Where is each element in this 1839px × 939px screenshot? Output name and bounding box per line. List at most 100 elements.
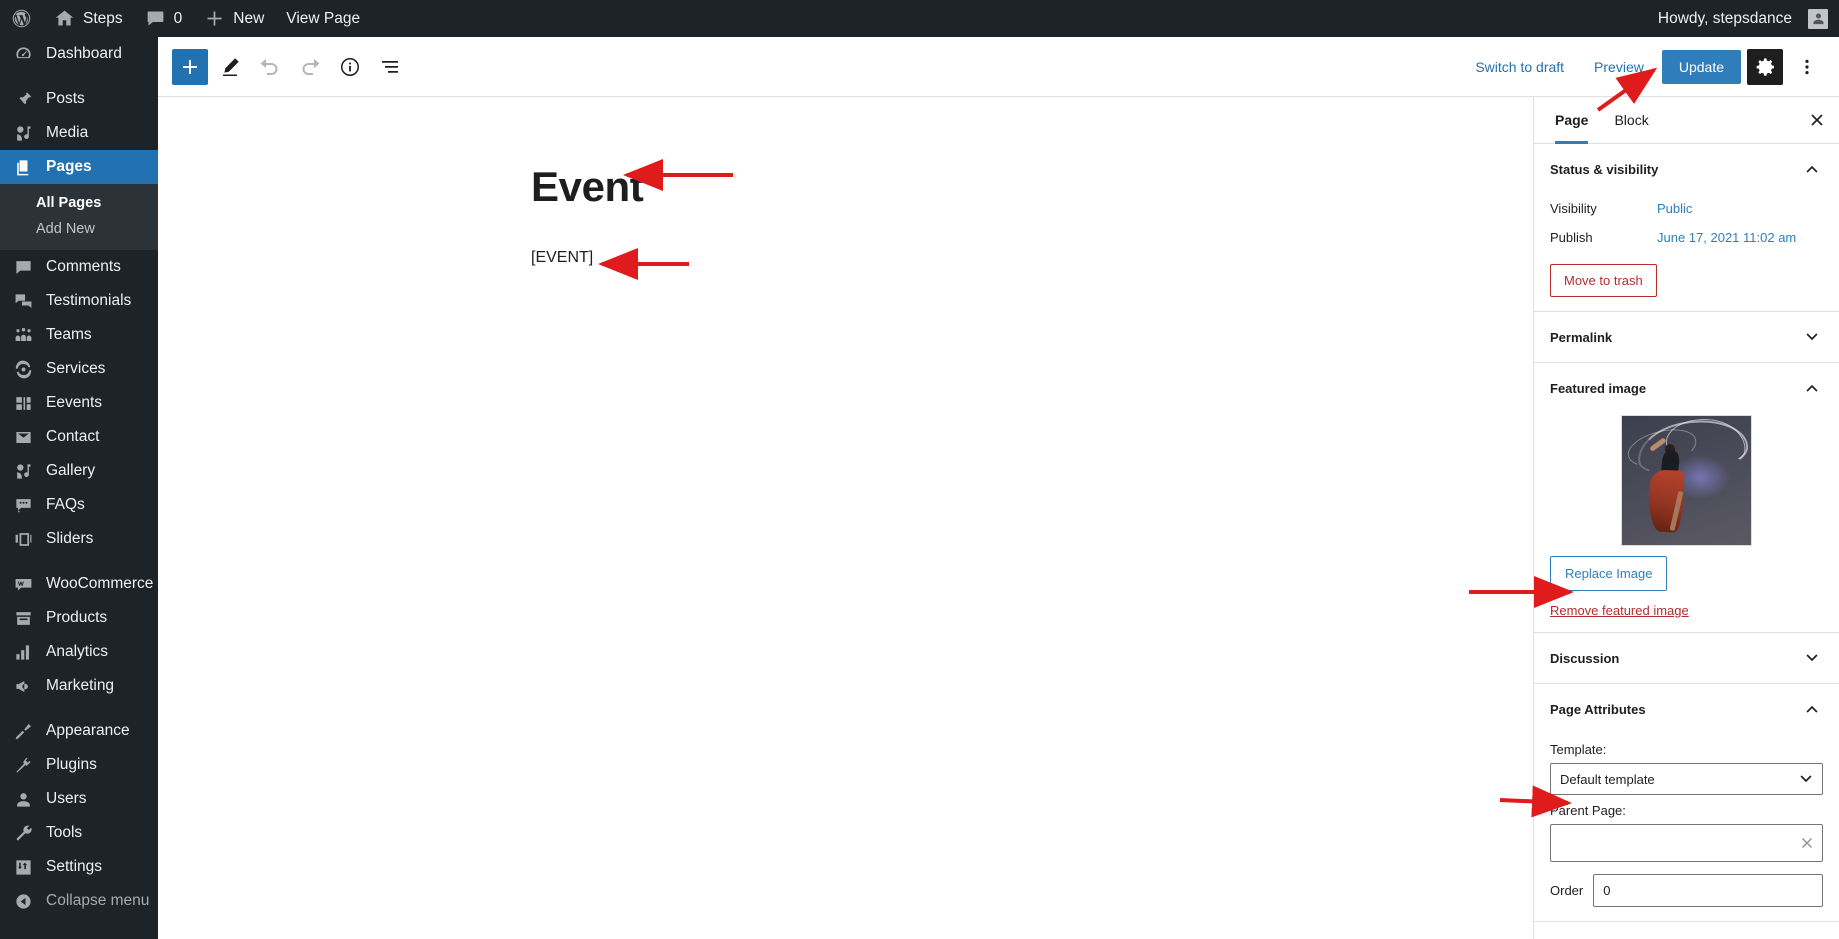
sidebar-item-comments[interactable]: Comments — [0, 250, 158, 284]
add-block-icon[interactable] — [172, 48, 208, 85]
sidebar-item-label: Teams — [46, 326, 92, 343]
admin-bar: Steps 0 New View Page Howdy, stepsdance — [0, 0, 1839, 37]
update-button[interactable]: Update — [1661, 49, 1741, 84]
list-view-icon[interactable] — [372, 49, 408, 85]
template-select[interactable]: Default template — [1550, 763, 1823, 795]
appearance-icon — [12, 720, 34, 742]
redo-icon[interactable] — [292, 49, 328, 85]
move-to-trash-button[interactable]: Move to trash — [1550, 264, 1657, 297]
sidebar-item-label: Settings — [46, 858, 103, 875]
tab-block[interactable]: Block — [1601, 97, 1661, 144]
sidebar-item-testimonials[interactable]: Testimonials — [0, 284, 158, 318]
sidebar-item-eevents[interactable]: Eevents — [0, 386, 158, 420]
sidebar-item-label: FAQs — [46, 496, 85, 513]
panel-permalink: Permalink — [1534, 312, 1839, 363]
admin-sidebar-menu: Dashboard Posts Media Pages All Pages Ad… — [0, 37, 158, 939]
publish-date-button[interactable]: June 17, 2021 11:02 am — [1655, 228, 1798, 247]
featured-image-thumbnail[interactable] — [1621, 415, 1752, 546]
new-label: New — [233, 9, 265, 27]
clear-icon[interactable] — [1798, 834, 1816, 852]
submenu-item-add-new[interactable]: Add New — [0, 216, 158, 242]
envelope-icon — [12, 426, 34, 448]
sidebar-item-marketing[interactable]: Marketing — [0, 669, 158, 703]
kebab-menu-icon[interactable] — [1789, 49, 1825, 85]
panel-title: Status & visibility — [1550, 161, 1659, 177]
tab-page[interactable]: Page — [1542, 97, 1601, 144]
sidebar-item-appearance[interactable]: Appearance — [0, 714, 158, 748]
sidebar-item-sliders[interactable]: Sliders — [0, 522, 158, 556]
gallery-icon — [12, 460, 34, 482]
replace-image-button[interactable]: Replace Image — [1550, 556, 1668, 591]
panel-permalink-toggle[interactable]: Permalink — [1534, 312, 1839, 362]
editor-header-left-tools — [158, 48, 408, 85]
sidebar-item-label: Tools — [46, 824, 83, 841]
panel-title: Permalink — [1550, 329, 1613, 345]
featured-image-preview-wrap — [1550, 413, 1823, 556]
sidebar-item-label: Testimonials — [46, 292, 132, 309]
undo-icon[interactable] — [252, 49, 288, 85]
tools-icon — [12, 822, 34, 844]
sidebar-item-posts[interactable]: Posts — [0, 82, 158, 116]
sidebar-item-users[interactable]: Users — [0, 782, 158, 816]
parent-page-label: Parent Page: — [1550, 803, 1626, 818]
sidebar-item-teams[interactable]: Teams — [0, 318, 158, 352]
collapse-menu-button[interactable]: Collapse menu — [0, 884, 158, 918]
sidebar-item-woocommerce[interactable]: WooCommerce — [0, 567, 158, 601]
sidebar-item-products[interactable]: Products — [0, 601, 158, 635]
panel-status-visibility: Status & visibility Visibility Public Pu… — [1534, 144, 1839, 312]
sidebar-item-analytics[interactable]: Analytics — [0, 635, 158, 669]
sidebar-item-contact[interactable]: Contact — [0, 420, 158, 454]
parent-page-input[interactable] — [1551, 825, 1822, 861]
sidebar-item-gallery[interactable]: Gallery — [0, 454, 158, 488]
new-content-menu[interactable]: New — [193, 0, 275, 37]
editor-header: Switch to draft Preview Update — [158, 37, 1839, 97]
panel-status-visibility-toggle[interactable]: Status & visibility — [1534, 144, 1839, 194]
sidebar-item-plugins[interactable]: Plugins — [0, 748, 158, 782]
editor-header-right-actions: Switch to draft Preview Update — [1463, 48, 1839, 85]
dashboard-icon — [12, 43, 34, 65]
panel-featured-image: Featured image Replace Image Remove feat… — [1534, 363, 1839, 633]
preview-button[interactable]: Preview — [1582, 51, 1656, 83]
sidebar-item-label: Media — [46, 124, 89, 141]
sidebar-item-dashboard[interactable]: Dashboard — [0, 37, 158, 71]
comments-bubble[interactable]: 0 — [134, 0, 194, 37]
wp-logo-menu[interactable] — [0, 0, 43, 37]
sidebar-item-faqs[interactable]: FAQs — [0, 488, 158, 522]
account-menu[interactable]: Howdy, stepsdance — [1647, 0, 1839, 37]
sidebar-item-label: Comments — [46, 258, 121, 275]
panel-discussion-toggle[interactable]: Discussion — [1534, 633, 1839, 683]
publish-row: Publish June 17, 2021 11:02 am — [1550, 223, 1823, 252]
sidebar-item-label: Sliders — [46, 530, 94, 547]
analytics-icon — [12, 641, 34, 663]
view-page-link[interactable]: View Page — [275, 0, 371, 37]
block-editor: Switch to draft Preview Update Event [EV… — [158, 37, 1839, 939]
sidebar-item-settings[interactable]: Settings — [0, 850, 158, 884]
panel-page-attributes-toggle[interactable]: Page Attributes — [1534, 684, 1839, 734]
comment-bubble-icon — [145, 8, 166, 29]
sidebar-item-tools[interactable]: Tools — [0, 816, 158, 850]
events-icon — [12, 392, 34, 414]
parent-page-field[interactable] — [1550, 824, 1823, 862]
submenu-item-all-pages[interactable]: All Pages — [0, 190, 158, 216]
close-icon[interactable] — [1799, 102, 1835, 138]
page-title-block[interactable]: Event — [531, 163, 644, 211]
switch-to-draft-button[interactable]: Switch to draft — [1463, 51, 1576, 83]
services-icon — [12, 358, 34, 380]
order-input[interactable] — [1593, 874, 1823, 907]
sidebar-item-label: Products — [46, 609, 108, 626]
order-row: Order — [1550, 874, 1823, 907]
plus-icon — [204, 8, 225, 29]
pencil-icon[interactable] — [212, 49, 248, 85]
gear-icon[interactable] — [1747, 48, 1783, 85]
site-name-menu[interactable]: Steps — [43, 0, 134, 37]
visibility-value-button[interactable]: Public — [1655, 199, 1694, 218]
panel-featured-image-toggle[interactable]: Featured image — [1534, 363, 1839, 413]
remove-featured-image-link[interactable]: Remove featured image — [1550, 603, 1689, 618]
info-icon[interactable] — [332, 49, 368, 85]
sidebar-item-label: Services — [46, 360, 106, 377]
sidebar-item-pages[interactable]: Pages — [0, 150, 158, 184]
sidebar-item-services[interactable]: Services — [0, 352, 158, 386]
shortcode-block[interactable]: [EVENT] — [531, 249, 593, 267]
pages-submenu: All Pages Add New — [0, 184, 158, 250]
sidebar-item-media[interactable]: Media — [0, 116, 158, 150]
